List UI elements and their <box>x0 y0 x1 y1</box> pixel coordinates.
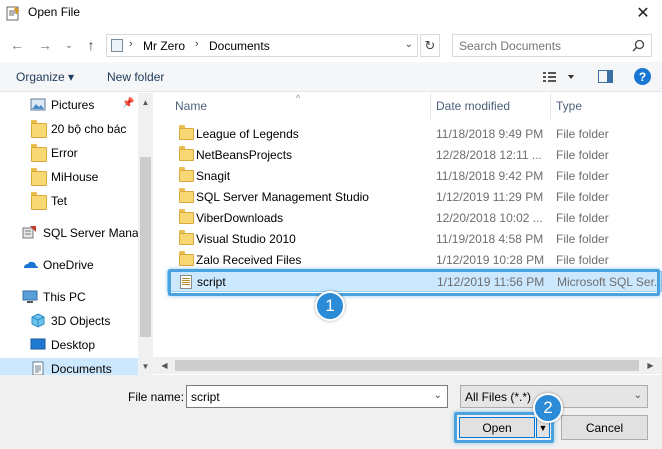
file-type-filter-value: All Files (*.*) <box>465 390 532 404</box>
file-row[interactable]: SQL Server Management Studio 1/12/2019 1… <box>167 187 662 208</box>
file-row[interactable]: NetBeansProjects 12/28/2018 12:11 ... Fi… <box>167 145 662 166</box>
file-row[interactable]: League of Legends 11/18/2018 9:49 PM Fil… <box>167 124 662 145</box>
breadcrumb-mr-zero[interactable]: Mr Zero <box>143 39 185 53</box>
file-row[interactable]: Zalo Received Files 1/12/2019 10:28 PM F… <box>167 250 662 271</box>
chevron-down-icon[interactable]: ⌄ <box>405 39 413 50</box>
open-button[interactable]: Open <box>459 417 535 438</box>
nav-item-onedrive[interactable]: OneDrive <box>0 254 138 276</box>
dialog-footer: File name: ⌄ All Files (*.*) ⌄ Open ▼ Ca… <box>0 375 662 449</box>
scroll-thumb[interactable] <box>140 157 151 337</box>
nav-item-this-pc[interactable]: This PC <box>0 286 138 308</box>
address-row: ← → ⌄ ↑ › Mr Zero › Documents ⌄ ↻ <box>0 30 662 60</box>
folder-icon <box>179 188 194 203</box>
nav-item-error[interactable]: Error <box>0 142 138 164</box>
file-row[interactable]: Visual Studio 2010 11/19/2018 4:58 PM Fi… <box>167 229 662 250</box>
documents-location-icon <box>111 39 123 52</box>
onedrive-icon <box>24 261 38 268</box>
sort-ascending-icon: ^ <box>296 93 301 103</box>
cancel-button[interactable]: Cancel <box>561 415 648 440</box>
nav-scrollbar[interactable]: ▲ ▼ <box>138 93 153 375</box>
pin-icon: 📌 <box>122 98 135 109</box>
nav-item-sql-server-management[interactable]: SQL Server Manag <box>0 222 138 244</box>
folder-icon <box>31 120 47 138</box>
folder-icon <box>179 167 194 182</box>
pictures-icon <box>30 98 46 111</box>
scroll-left-icon[interactable]: ◀ <box>157 357 172 374</box>
folder-icon <box>179 251 194 266</box>
documents-icon <box>32 361 44 375</box>
breadcrumb-separator: › <box>195 38 199 50</box>
preview-pane-icon[interactable] <box>598 70 613 83</box>
sql-server-icon <box>22 226 36 239</box>
folder-icon <box>179 230 194 245</box>
file-name-combobox[interactable]: ⌄ <box>186 385 448 408</box>
column-divider[interactable] <box>430 93 431 119</box>
column-header-type[interactable]: Type <box>556 93 582 119</box>
search-box[interactable] <box>452 34 652 57</box>
title-bar: Open File ✕ <box>0 0 662 28</box>
nav-item-tet[interactable]: Tet <box>0 190 138 212</box>
step-1-highlight-frame <box>168 269 660 296</box>
nav-item-20-bo-cho-bac[interactable]: 20 bộ cho bác <box>0 118 138 140</box>
3d-objects-icon <box>31 313 45 328</box>
folder-icon <box>31 168 47 186</box>
horizontal-scroll-thumb[interactable] <box>175 360 639 371</box>
column-divider[interactable] <box>550 93 551 119</box>
column-header-name[interactable]: Name <box>175 93 207 119</box>
up-arrow-icon[interactable]: ↑ <box>82 36 100 54</box>
file-list-horizontal-scrollbar[interactable]: ◀ ▶ <box>153 357 662 374</box>
recent-locations-chevron-icon[interactable]: ⌄ <box>60 36 78 54</box>
scroll-right-icon[interactable]: ▶ <box>643 357 658 374</box>
this-pc-icon <box>22 290 38 303</box>
chevron-down-icon[interactable]: ⌄ <box>634 390 642 401</box>
breadcrumb-documents[interactable]: Documents <box>209 39 270 53</box>
step-2-badge: 2 <box>533 393 563 423</box>
change-view-icon[interactable] <box>542 69 578 85</box>
open-file-app-icon <box>6 6 20 21</box>
nav-item-3d-objects[interactable]: 3D Objects <box>0 310 138 332</box>
nav-item-mihouse[interactable]: MiHouse <box>0 166 138 188</box>
step-1-badge: 1 <box>315 291 345 321</box>
folder-icon <box>179 209 194 224</box>
refresh-icon[interactable]: ↻ <box>420 34 440 57</box>
search-icon[interactable] <box>632 39 645 52</box>
scroll-down-icon[interactable]: ▼ <box>138 359 153 374</box>
file-name-field[interactable] <box>187 386 427 407</box>
folder-icon <box>179 125 194 140</box>
organize-button[interactable]: Organize ▾ <box>16 70 74 84</box>
nav-item-documents[interactable]: Documents <box>0 358 138 375</box>
desktop-icon <box>30 338 46 350</box>
folder-icon <box>31 144 47 162</box>
command-toolbar: Organize ▾ New folder ? <box>0 62 662 92</box>
close-icon[interactable]: ✕ <box>624 0 662 26</box>
forward-arrow-icon[interactable]: → <box>36 36 54 54</box>
window-title: Open File <box>28 5 81 19</box>
file-row[interactable]: ViberDownloads 12/20/2018 10:02 ... File… <box>167 208 662 229</box>
folder-icon <box>31 192 47 210</box>
help-icon[interactable]: ? <box>634 68 651 85</box>
nav-item-pictures[interactable]: Pictures 📌 <box>0 94 138 116</box>
column-header-date-modified[interactable]: Date modified <box>436 93 510 119</box>
scroll-up-icon[interactable]: ▲ <box>138 95 153 110</box>
file-name-label: File name: <box>128 390 185 404</box>
nav-item-desktop[interactable]: Desktop <box>0 334 138 356</box>
new-folder-button[interactable]: New folder <box>107 70 164 84</box>
search-input[interactable] <box>453 35 629 56</box>
file-row[interactable]: Snagit 11/18/2018 9:42 PM File folder <box>167 166 662 187</box>
breadcrumb-separator: › <box>129 38 133 50</box>
file-list: ^ Name Date modified Type League of Lege… <box>153 93 662 375</box>
folder-icon <box>179 146 194 161</box>
chevron-down-icon[interactable]: ⌄ <box>434 390 442 401</box>
back-arrow-icon[interactable]: ← <box>8 36 26 54</box>
address-bar[interactable]: › Mr Zero › Documents ⌄ <box>106 34 418 57</box>
navigation-pane: Pictures 📌 20 bộ cho bác Error MiHouse T… <box>0 93 153 375</box>
